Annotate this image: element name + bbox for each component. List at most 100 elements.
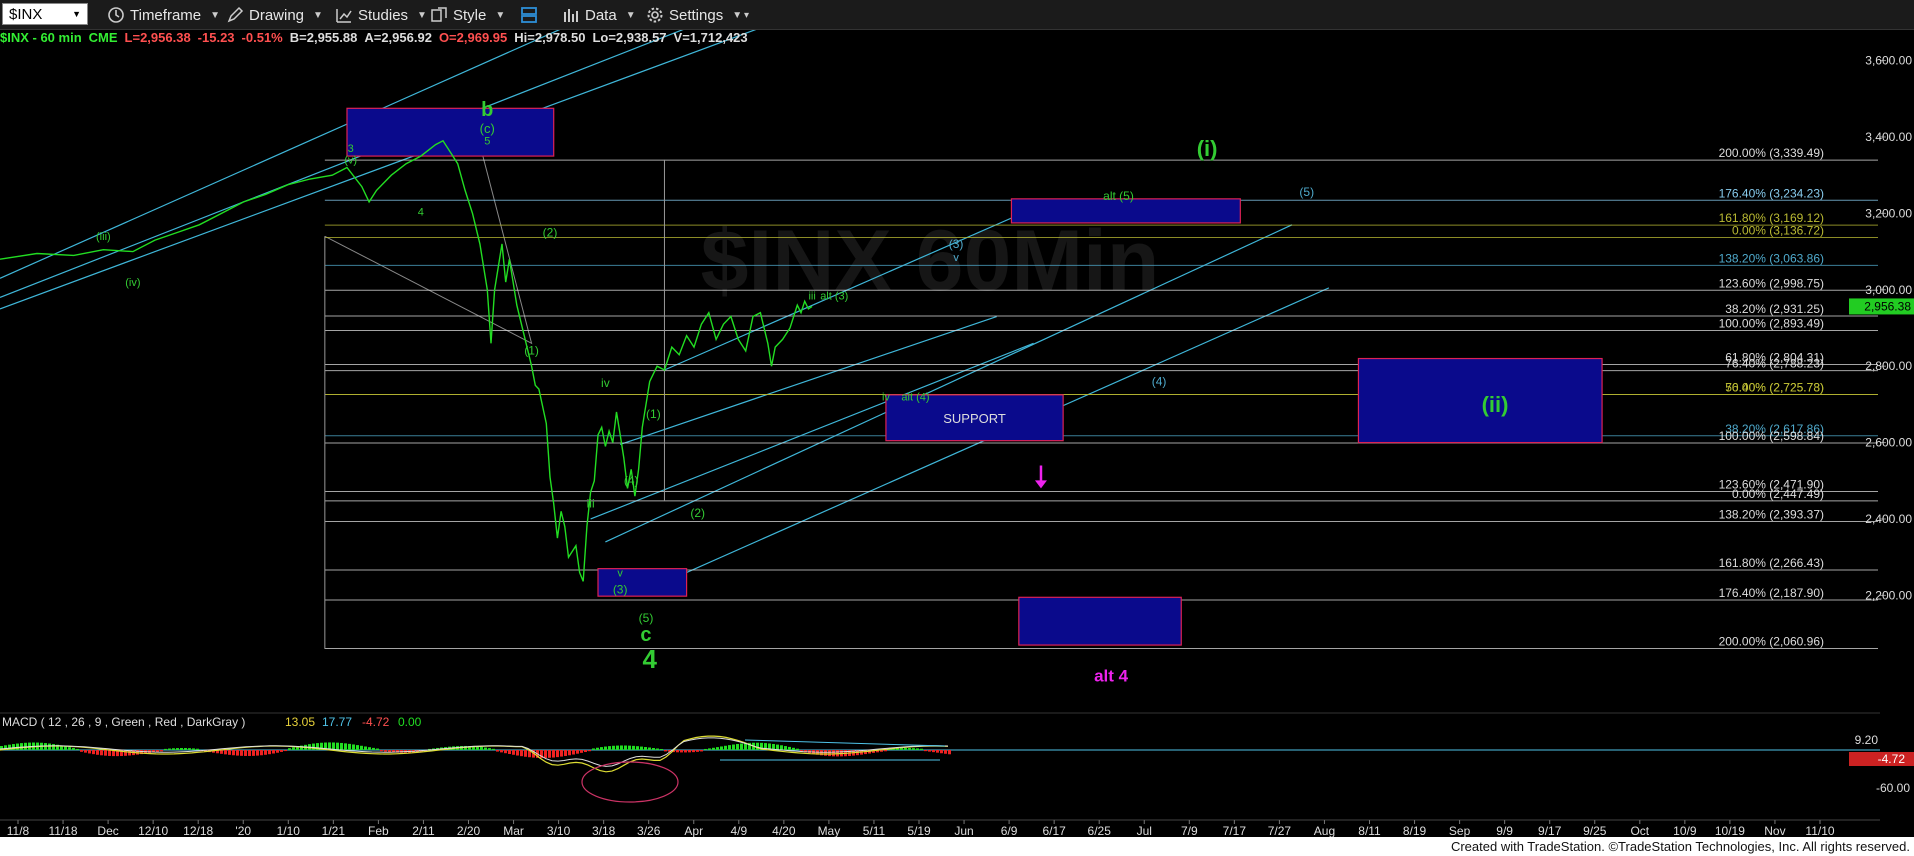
last-price-label: 2,956.38 (1864, 299, 1911, 313)
wave-label: (iii) (96, 231, 111, 243)
fib-label: 100.00% (2,598.84) (1719, 429, 1824, 443)
studies-menu[interactable]: Studies ▼ (335, 4, 427, 26)
macd-histogram-bar (264, 750, 267, 755)
macd-panel: MACD ( 12 , 26 , 9 , Green , Red , DarkG… (0, 712, 1914, 803)
symbol-dropdown-icon[interactable]: ▼ (72, 9, 81, 19)
time-tick-label: 6/25 (1088, 824, 1112, 838)
symbol-input[interactable]: $INX ▼ (2, 3, 88, 25)
macd-value: 17.77 (322, 715, 352, 729)
watermark: $INX 60Min (701, 213, 1160, 309)
info-change: -15.23 (197, 30, 235, 45)
macd-histogram-bar (916, 748, 919, 750)
symbol-value: $INX (9, 5, 43, 23)
macd-histogram-bar (700, 750, 703, 752)
time-tick-label: Aug (1314, 824, 1335, 838)
time-tick-label: 11/10 (1805, 824, 1834, 838)
data-menu[interactable]: Data ▼ (562, 4, 636, 26)
target-boxes[interactable]: SUPPORT (346, 107, 1603, 646)
pencil-icon (227, 6, 244, 23)
macd-histogram-bar (520, 750, 523, 757)
style-menu[interactable]: Style ▼ (430, 4, 505, 26)
info-bid: B=2,955.88 (289, 30, 358, 45)
macd-histogram-bar (556, 750, 559, 758)
timeframe-label: Timeframe (130, 6, 202, 24)
macd-histogram-bar (192, 748, 195, 750)
time-tick-label: Feb (368, 824, 389, 838)
data-label: Data (585, 6, 617, 24)
wave-label: (2) (690, 506, 705, 520)
macd-histogram-bar (168, 748, 171, 750)
macd-title: MACD ( 12 , 26 , 9 , Green , Red , DarkG… (2, 715, 245, 729)
toolbar-overflow-icon[interactable]: ▾ (744, 10, 749, 21)
time-tick-label: 9/9 (1496, 824, 1513, 838)
price-axis[interactable]: 2,200.00 2,400.00 2,600.00 2,800.00 3,000.00… (1849, 30, 1914, 838)
macd-histogram-bar (88, 750, 91, 754)
timeframe-menu[interactable]: Timeframe ▼ (107, 4, 220, 26)
wave-label: (1) (646, 407, 661, 421)
wave-label: (4) (624, 474, 639, 488)
time-tick-label: 11/18 (48, 824, 77, 838)
macd-histogram-bar (716, 747, 719, 750)
time-tick-label: 3/10 (547, 824, 571, 838)
macd-histogram-bar (708, 748, 711, 750)
info-volume: V=1,712,423 (673, 30, 748, 45)
macd-histogram-bar (512, 750, 515, 755)
drawing-label: Drawing (249, 6, 305, 24)
macd-histogram-bar (312, 743, 315, 750)
macd-histogram-bar (160, 750, 163, 752)
time-tick-label: 10/19 (1715, 824, 1745, 838)
macd-histogram-bar (340, 742, 343, 750)
macd-histogram-bar (524, 750, 527, 757)
macd-histogram-bar (684, 750, 687, 753)
macd-value: 13.05 (285, 715, 315, 729)
time-tick-label: 2/11 (412, 824, 435, 838)
macd-histogram-bar (572, 750, 575, 755)
macd-histogram-bar (384, 750, 387, 752)
macd-histogram-bar (660, 748, 663, 750)
macd-histogram-bar (272, 750, 275, 754)
wave-triangle (324, 144, 533, 345)
macd-histogram-bar (632, 745, 635, 750)
wave-label: (2) (543, 225, 558, 239)
data-icon (564, 9, 578, 22)
macd-histogram-bar (348, 743, 351, 750)
macd-histogram-bar (640, 746, 643, 750)
time-tick-label: 10/9 (1673, 824, 1697, 838)
macd-histogram-bar (184, 748, 187, 750)
style-label: Style (453, 6, 487, 24)
wave-label: v (617, 567, 623, 579)
macd-histogram-bar (912, 748, 915, 750)
macd-histogram-bar (636, 746, 639, 750)
price-tick-label: 2,800.00 (1865, 359, 1912, 373)
macd-histogram-bar (480, 747, 483, 750)
macd-histogram-bar (796, 748, 799, 750)
macd-histogram-bar (564, 750, 567, 756)
macd-histogram-bar (164, 748, 167, 750)
layout-button[interactable] (520, 4, 538, 26)
wave-label: alt 4 (1094, 666, 1129, 685)
time-tick-label: 3/26 (637, 824, 661, 838)
price-tick-label: 3,200.00 (1865, 206, 1912, 220)
macd-axis-label: 9.20 (1855, 733, 1879, 747)
time-axis[interactable]: 11/8 11/18 Dec 12/10 12/18 '20 1/10 1/21 Feb 2/11… (0, 819, 1880, 838)
macd-histogram-bar (352, 744, 355, 750)
drawing-menu[interactable]: Drawing ▼ (226, 4, 323, 26)
time-tick-label: 4/20 (772, 824, 796, 838)
low-box (597, 568, 688, 597)
wave-label: (v) (344, 155, 357, 167)
studies-caret-icon: ▼ (417, 9, 427, 21)
price-axis-bg (1880, 30, 1914, 838)
trend-line (634, 287, 1330, 596)
price-chart[interactable]: $INX 60Min 200.00% (3,339.49) 176.40% (3,… (0, 30, 1914, 838)
macd-histogram-bar (548, 750, 551, 758)
macd-histogram-bar (652, 748, 655, 750)
macd-histogram-bar (196, 748, 199, 750)
info-symbol: $INX - 60 min (0, 30, 82, 45)
macd-histogram-bar (616, 745, 619, 750)
time-tick-label: 8/19 (1403, 824, 1427, 838)
b-top-box (346, 107, 555, 157)
macd-histogram-bar (260, 750, 263, 756)
macd-histogram-bar (372, 747, 375, 750)
settings-menu[interactable]: Settings ▼ (646, 4, 742, 26)
macd-histogram-bar (740, 743, 743, 750)
